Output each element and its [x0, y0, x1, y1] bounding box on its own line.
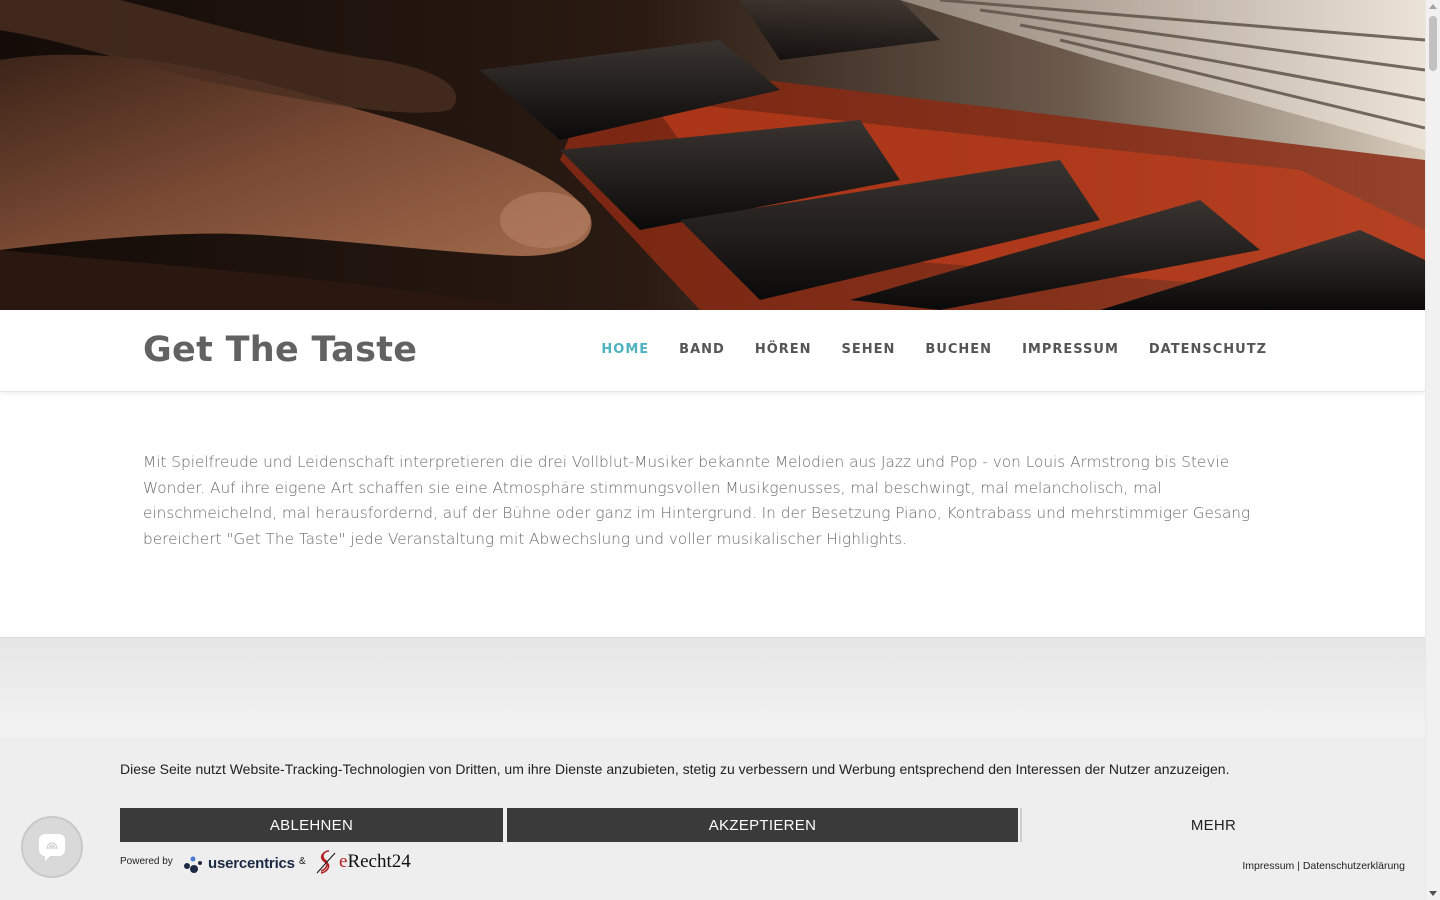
cookie-banner: Diese Seite nutzt Website-Tracking-Techn… — [0, 737, 1425, 900]
fingerprint-icon — [39, 834, 65, 861]
ampersand: & — [299, 856, 306, 867]
nav-item-home[interactable]: HOME — [601, 342, 649, 357]
nav-item-buchen[interactable]: BUCHEN — [925, 342, 992, 357]
hero-image — [0, 0, 1425, 310]
more-button[interactable]: MEHR — [1020, 808, 1405, 842]
intro-paragraph: Mit Spielfreude und Leidenschaft interpr… — [143, 453, 1251, 548]
nav-item-hoeren[interactable]: HÖREN — [755, 342, 812, 357]
cookie-legal-links[interactable]: Impressum | Datenschutzerklärung — [1242, 860, 1405, 872]
scroll-up-icon[interactable] — [1429, 4, 1437, 9]
reject-button[interactable]: ABLEHNEN — [120, 808, 503, 842]
site-title[interactable]: Get The Taste — [143, 330, 417, 370]
nav-item-impressum[interactable]: IMPRESSUM — [1022, 342, 1119, 357]
erecht24-paragraph-icon — [316, 850, 336, 874]
cookie-notice-text: Diese Seite nutzt Website-Tracking-Techn… — [120, 761, 1230, 777]
usercentrics-logo[interactable]: usercentrics — [183, 852, 295, 874]
nav-item-datenschutz[interactable]: DATENSCHUTZ — [1149, 342, 1267, 357]
site-header: Get The Taste HOME BAND HÖREN SEHEN BUCH… — [0, 310, 1425, 392]
powered-by-label: Powered by — [120, 856, 173, 867]
textured-section — [0, 637, 1425, 737]
page-scrollbar[interactable] — [1425, 0, 1440, 900]
erecht24-logo[interactable]: eRecht24 — [315, 849, 411, 875]
nav-item-sehen[interactable]: SEHEN — [842, 342, 896, 357]
piano-photo — [0, 0, 1425, 310]
erecht24-wordmark: eRecht24 — [339, 851, 411, 872]
scroll-down-icon[interactable] — [1429, 891, 1437, 896]
accept-button[interactable]: AKZEPTIEREN — [507, 808, 1018, 842]
usercentrics-wordmark: usercentrics — [208, 854, 295, 872]
privacy-settings-button[interactable] — [21, 816, 83, 878]
usercentrics-icon — [184, 856, 202, 873]
scroll-thumb[interactable] — [1429, 16, 1437, 71]
main-nav: HOME BAND HÖREN SEHEN BUCHEN IMPRESSUM D… — [601, 342, 1267, 357]
nav-item-band[interactable]: BAND — [679, 342, 725, 357]
